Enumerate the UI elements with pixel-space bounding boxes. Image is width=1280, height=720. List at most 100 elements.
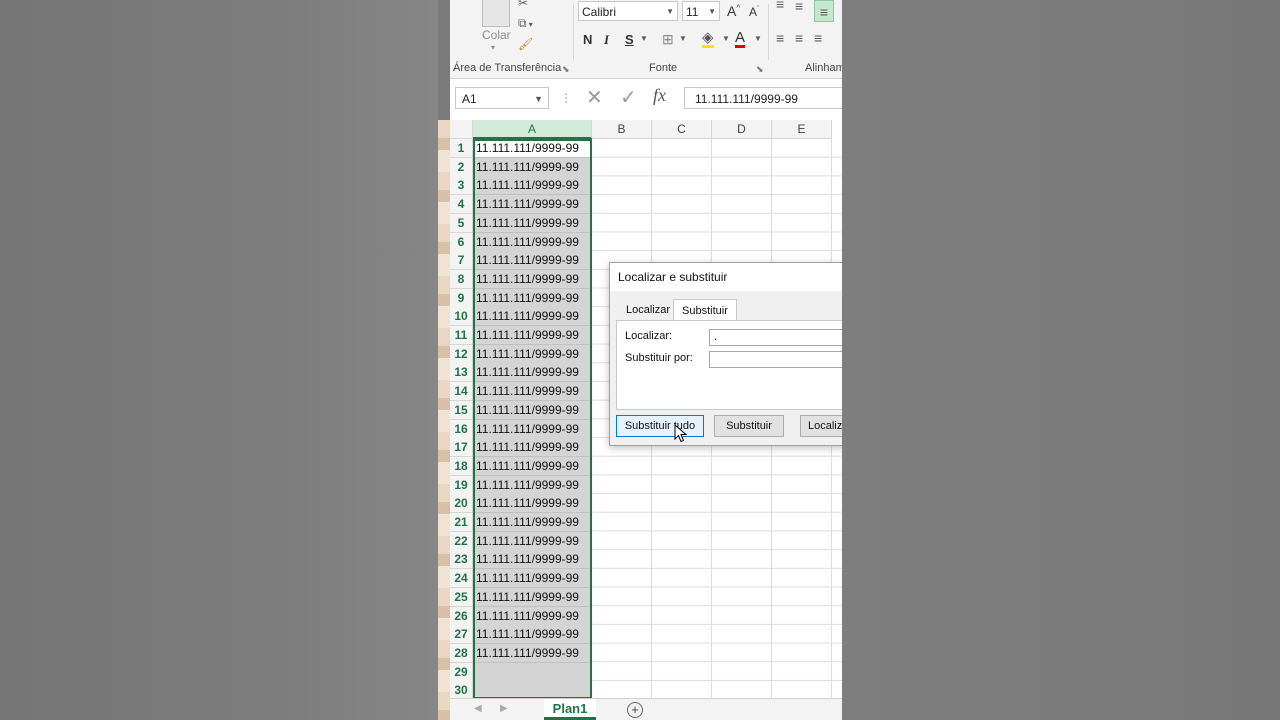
cell-a[interactable]: 11.111.111/9999-99 [473, 326, 592, 345]
align-middle-icon[interactable]: ≡ [795, 0, 803, 14]
select-all-corner[interactable] [450, 120, 473, 139]
row-header[interactable]: 26 [450, 606, 473, 626]
sheet-tab-plan1[interactable]: Plan1 [544, 699, 596, 720]
align-top-icon[interactable]: ≡ [776, 0, 784, 12]
borders-icon[interactable]: ⊞ [662, 31, 674, 48]
cell-a[interactable]: 11.111.111/9999-99 [473, 606, 592, 626]
underline-dropdown-icon[interactable]: ▼ [640, 34, 648, 43]
row-header[interactable]: 16 [450, 419, 473, 439]
cell-a[interactable]: 11.111.111/9999-99 [473, 382, 592, 402]
cell-a[interactable]: 11.111.111/9999-99 [473, 494, 592, 514]
cell-a[interactable]: 11.111.111/9999-99 [473, 288, 592, 308]
row-header[interactable]: 3 [450, 176, 473, 196]
font-size-select[interactable]: 11 ▼ [682, 1, 720, 21]
cell-a[interactable]: 11.111.111/9999-99 [473, 513, 592, 532]
row-header[interactable]: 2 [450, 157, 473, 177]
borders-dropdown-icon[interactable]: ▼ [679, 34, 687, 43]
row-header[interactable]: 13 [450, 363, 473, 383]
cell-a[interactable]: 11.111.111/9999-99 [473, 251, 592, 271]
font-color-icon[interactable]: A [735, 30, 746, 48]
cancel-icon[interactable]: ✕ [586, 85, 603, 110]
row-header[interactable]: 27 [450, 625, 473, 645]
row-header[interactable]: 28 [450, 643, 473, 663]
more-options-icon[interactable]: ⋮ [560, 91, 572, 105]
next-sheet-icon[interactable]: ▶ [500, 703, 508, 714]
find-button[interactable]: Localizar [800, 415, 842, 437]
align-bottom-icon[interactable]: ≡ [814, 0, 834, 22]
cell-a[interactable]: 11.111.111/9999-99 [473, 643, 592, 663]
cell-a[interactable]: 11.111.111/9999-99 [473, 531, 592, 551]
cell-a[interactable]: 11.111.111/9999-99 [473, 213, 592, 233]
fill-color-dropdown-icon[interactable]: ▼ [722, 34, 730, 43]
column-header-a[interactable]: A [473, 120, 592, 139]
prev-sheet-icon[interactable]: ◀ [474, 703, 482, 714]
row-header[interactable]: 14 [450, 382, 473, 402]
clipboard-launcher-icon[interactable]: ⬊ [562, 64, 570, 75]
column-header-b[interactable]: B [592, 120, 652, 139]
copy-icon[interactable]: ⧉ ▾ [518, 16, 533, 31]
grow-font-button[interactable]: A^ [727, 3, 740, 19]
cell-a[interactable]: 11.111.111/9999-99 [473, 363, 592, 383]
font-color-dropdown-icon[interactable]: ▼ [754, 34, 762, 43]
shrink-font-button[interactable]: Aˇ [749, 5, 759, 19]
cell-a[interactable]: 11.111.111/9999-99 [473, 269, 592, 289]
cut-icon[interactable]: ✂ [518, 0, 528, 10]
column-header-d[interactable]: D [712, 120, 772, 139]
tab-replace[interactable]: Substituir [673, 299, 737, 322]
replace-button[interactable]: Substituir [714, 415, 784, 437]
cell-a[interactable] [473, 662, 592, 682]
enter-icon[interactable]: ✓ [620, 85, 637, 110]
paste-button[interactable]: Colar [482, 28, 511, 42]
row-header[interactable]: 4 [450, 195, 473, 215]
row-header[interactable]: 20 [450, 494, 473, 514]
cell-a[interactable]: 11.111.111/9999-99 [473, 195, 592, 215]
cell-a[interactable]: 11.111.111/9999-99 [473, 176, 592, 196]
row-header[interactable]: 23 [450, 550, 473, 570]
cell-a[interactable]: 11.111.111/9999-99 [473, 157, 592, 177]
cell-a[interactable]: 11.111.111/9999-99 [473, 587, 592, 607]
cell-a[interactable]: 11.111.111/9999-99 [473, 438, 592, 458]
row-header[interactable]: 19 [450, 475, 473, 495]
find-input[interactable]: . [709, 329, 842, 346]
underline-button[interactable]: S [625, 32, 634, 47]
font-name-select[interactable]: Calibri ▼ [578, 1, 678, 21]
insert-function-icon[interactable]: fx [653, 85, 666, 106]
row-header[interactable]: 17 [450, 438, 473, 458]
row-header[interactable]: 24 [450, 569, 473, 589]
cell-a[interactable]: 11.111.111/9999-99 [473, 550, 592, 570]
row-header[interactable]: 5 [450, 213, 473, 233]
cell-a[interactable]: 11.111.111/9999-99 [473, 475, 592, 495]
paste-icon[interactable] [482, 0, 510, 27]
row-header[interactable]: 1 [450, 139, 473, 158]
formula-input[interactable]: 11.111.111/9999-99 [684, 87, 842, 109]
column-header-e[interactable]: E [772, 120, 832, 139]
row-header[interactable]: 8 [450, 269, 473, 289]
row-header[interactable]: 29 [450, 662, 473, 682]
row-header[interactable]: 6 [450, 232, 473, 252]
tab-find[interactable]: Localizar [618, 299, 678, 321]
replace-input[interactable] [709, 351, 842, 368]
row-header[interactable]: 22 [450, 531, 473, 551]
align-center-icon[interactable]: ≡ [795, 30, 803, 46]
italic-button[interactable]: I [604, 32, 609, 48]
cell-a[interactable]: 11.111.111/9999-99 [473, 232, 592, 252]
cell-a[interactable]: 11.111.111/9999-99 [473, 569, 592, 589]
cell-a[interactable]: 11.111.111/9999-99 [473, 400, 592, 420]
fill-color-icon[interactable]: ◈ [702, 30, 714, 48]
row-header[interactable]: 11 [450, 326, 473, 345]
row-header[interactable]: 15 [450, 400, 473, 420]
cell-a[interactable]: 11.111.111/9999-99 [473, 419, 592, 439]
row-header[interactable]: 21 [450, 513, 473, 532]
row-header[interactable]: 25 [450, 587, 473, 607]
row-header[interactable]: 12 [450, 344, 473, 364]
font-launcher-icon[interactable]: ⬊ [756, 64, 764, 75]
cell-a[interactable]: 11.111.111/9999-99 [473, 307, 592, 327]
row-header[interactable]: 18 [450, 456, 473, 476]
row-header[interactable]: 10 [450, 307, 473, 327]
align-right-icon[interactable]: ≡ [814, 30, 822, 46]
paste-dropdown-icon[interactable]: ▾ [491, 43, 495, 52]
row-header[interactable]: 9 [450, 288, 473, 308]
cell-a[interactable]: 11.111.111/9999-99 [473, 344, 592, 364]
align-left-icon[interactable]: ≡ [776, 30, 784, 46]
column-header-c[interactable]: C [652, 120, 712, 139]
